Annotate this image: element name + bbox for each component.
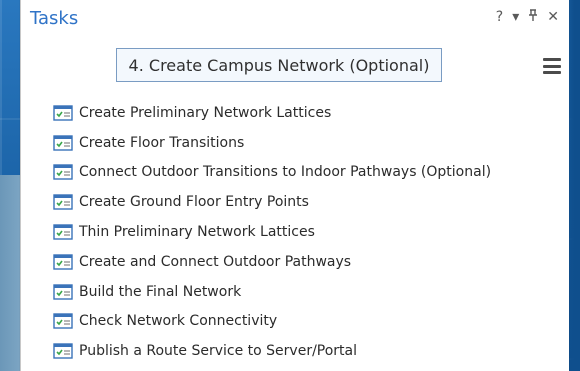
- task-checklist-icon: [53, 164, 73, 181]
- task-item[interactable]: Publish a Route Service to Server/Portal: [53, 336, 563, 366]
- task-label: Create Preliminary Network Lattices: [79, 104, 332, 121]
- task-label: Create Ground Floor Entry Points: [79, 194, 309, 211]
- task-item[interactable]: Create Preliminary Network Lattices: [53, 98, 563, 128]
- task-checklist-icon: [53, 313, 73, 330]
- task-item[interactable]: Create Floor Transitions: [53, 128, 563, 158]
- pane-header-controls: ? ▾ ✕: [496, 9, 559, 25]
- task-label: Check Network Connectivity: [79, 313, 278, 330]
- task-item[interactable]: Create Ground Floor Entry Points: [53, 187, 563, 217]
- task-label: Connect Outdoor Transitions to Indoor Pa…: [79, 164, 492, 181]
- task-item[interactable]: Create and Connect Outdoor Pathways: [53, 247, 563, 277]
- close-icon[interactable]: ✕: [547, 9, 559, 25]
- task-item[interactable]: Connect Outdoor Transitions to Indoor Pa…: [53, 158, 563, 188]
- pane-menu-dropdown-icon[interactable]: ▾: [512, 9, 519, 25]
- task-label: Create Floor Transitions: [79, 134, 245, 151]
- task-item[interactable]: Thin Preliminary Network Lattices: [53, 217, 563, 247]
- help-icon[interactable]: ?: [496, 9, 503, 25]
- pin-icon[interactable]: [528, 9, 538, 25]
- task-checklist-icon: [53, 343, 73, 359]
- task-item[interactable]: Check Network Connectivity: [53, 307, 563, 337]
- task-label: Publish a Route Service to Server/Portal: [79, 343, 358, 360]
- task-checklist-icon: [53, 224, 73, 240]
- pane-title: Tasks: [30, 8, 79, 29]
- task-checklist-icon: [53, 254, 73, 270]
- task-checklist-icon: [53, 105, 73, 121]
- tasks-pane: Tasks ? ▾ ✕ 4. Create Campus Network (Op…: [20, 0, 569, 371]
- task-label: Build the Final Network: [79, 283, 242, 300]
- task-list: Create Preliminary Network Lattices Creat…: [53, 98, 563, 366]
- task-item[interactable]: Build the Final Network: [53, 277, 563, 307]
- pane-header: Tasks ? ▾ ✕: [21, 0, 569, 38]
- task-checklist-icon: [53, 134, 73, 151]
- task-checklist-icon: [53, 283, 73, 300]
- step-title-label: 4. Create Campus Network (Optional): [128, 55, 430, 75]
- task-label: Thin Preliminary Network Lattices: [79, 224, 315, 241]
- task-label: Create and Connect Outdoor Pathways: [79, 253, 352, 270]
- hamburger-menu-icon[interactable]: [543, 58, 561, 74]
- task-checklist-icon: [53, 194, 73, 210]
- step-title[interactable]: 4. Create Campus Network (Optional): [116, 48, 442, 82]
